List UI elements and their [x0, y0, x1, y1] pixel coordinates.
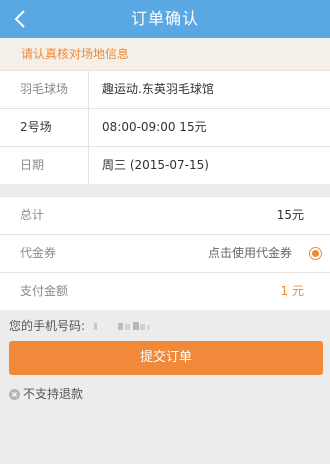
- venue-row: 羽毛球场 趣运动.东英羽毛球馆: [0, 71, 330, 109]
- court-value: 08:00-09:00 15元: [102, 120, 207, 134]
- masked-phone-number: [94, 322, 150, 330]
- submit-order-button[interactable]: 提交订单: [9, 341, 323, 375]
- use-voucher-link[interactable]: 点击使用代金券: [208, 235, 292, 272]
- court-row: 2号场 08:00-09:00 15元: [0, 109, 330, 147]
- voucher-radio[interactable]: [309, 247, 322, 260]
- page-title: 订单确认: [130, 9, 199, 28]
- voucher-row[interactable]: 代金券 点击使用代金券: [0, 235, 330, 273]
- close-circle-icon: [9, 389, 20, 400]
- payment-table: 总计 15元 代金券 点击使用代金券 支付金额 1 元: [0, 196, 330, 310]
- header-bar: 订单确认: [0, 0, 330, 38]
- voucher-label: 代金券: [20, 246, 57, 260]
- total-label: 总计: [20, 208, 45, 222]
- amount-value: 1 元: [280, 284, 304, 298]
- court-label: 2号场: [20, 120, 52, 134]
- no-refund-text: 不支持退款: [23, 387, 84, 401]
- total-value: 15元: [276, 208, 304, 222]
- venue-info-table: 羽毛球场 趣运动.东英羽毛球馆 2号场 08:00-09:00 15元 日期 周…: [0, 71, 330, 184]
- date-value: 周三 (2015-07-15): [102, 158, 209, 172]
- total-row: 总计 15元: [0, 197, 330, 235]
- notice-banner: 请认真核对场地信息: [0, 38, 330, 71]
- venue-value: 趣运动.东英羽毛球馆: [102, 82, 214, 96]
- amount-label: 支付金额: [20, 284, 69, 298]
- amount-row: 支付金额 1 元: [0, 273, 330, 310]
- notice-text: 请认真核对场地信息: [21, 47, 130, 61]
- date-row: 日期 周三 (2015-07-15): [0, 147, 330, 184]
- phone-label: 您的手机号码:: [9, 319, 86, 333]
- venue-label: 羽毛球场: [20, 82, 69, 96]
- date-label: 日期: [20, 158, 45, 172]
